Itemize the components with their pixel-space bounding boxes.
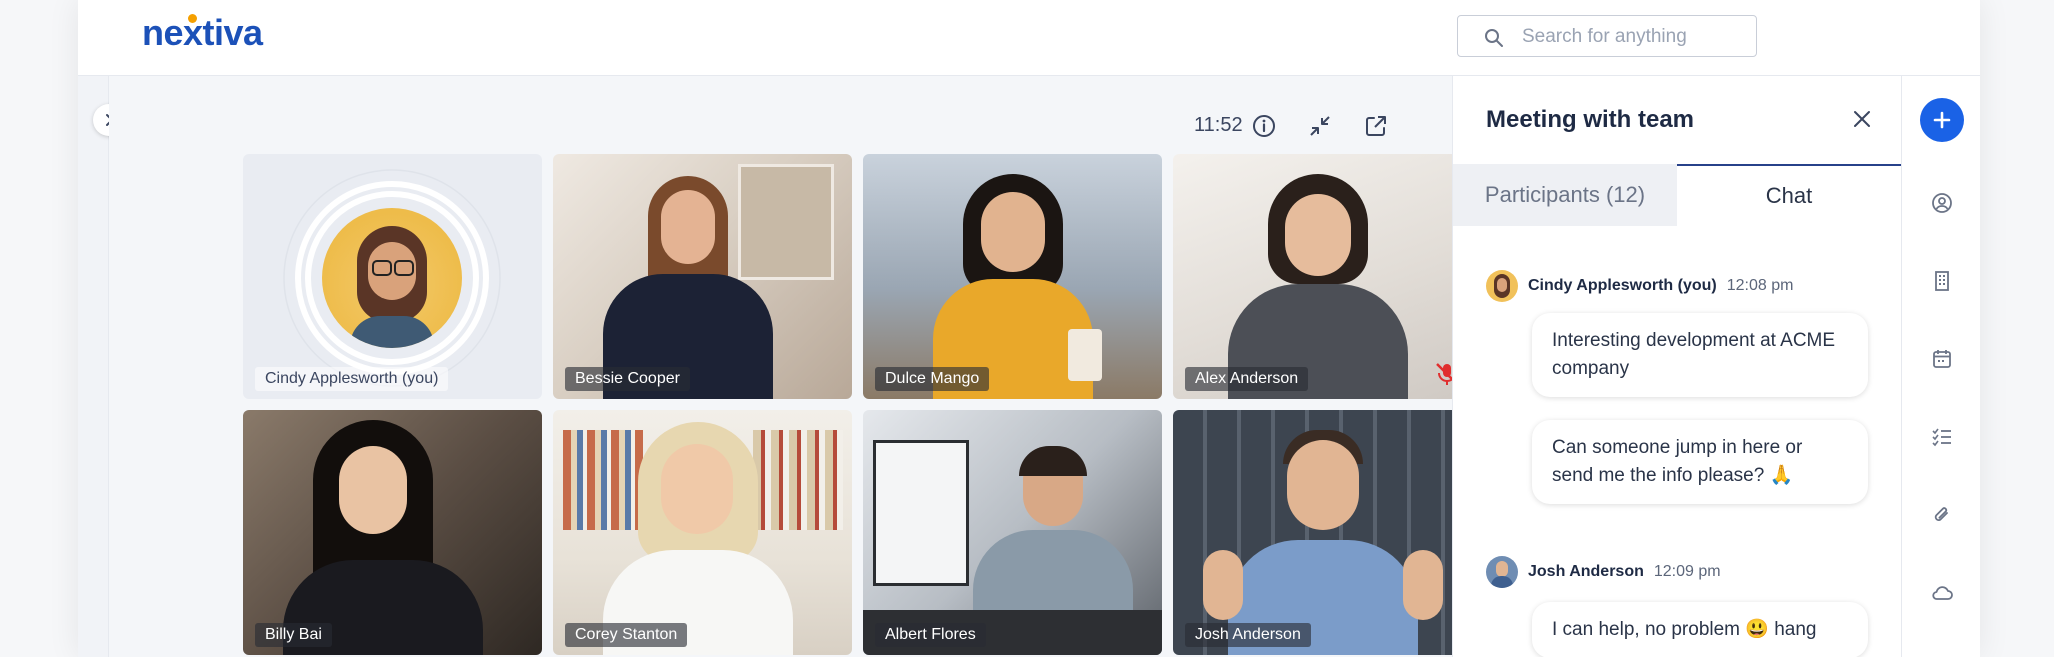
avatar: [1486, 556, 1518, 588]
left-rail: [78, 76, 109, 657]
bookshelf: [563, 430, 643, 530]
chat-bubble: Interesting development at ACME company: [1532, 313, 1868, 397]
tab-chat[interactable]: Chat: [1677, 164, 1901, 226]
user-circle-icon: [1932, 193, 1952, 213]
chat-bubble: I can help, no problem 😃 hang: [1532, 602, 1868, 657]
chat-thread: Cindy Applesworth (you) 12:08 pm Interes…: [1453, 226, 1902, 657]
person-face: [661, 444, 733, 534]
add-button[interactable]: [1920, 98, 1964, 142]
person-hand: [1203, 550, 1243, 620]
building-icon: [1935, 271, 1949, 291]
video-tile[interactable]: Dulce Mango: [863, 154, 1162, 399]
person-face: [1287, 440, 1359, 530]
message-header: Josh Anderson 12:09 pm: [1486, 556, 1721, 588]
call-timer: 11:52: [1194, 114, 1243, 136]
participant-name: Josh Anderson: [1185, 623, 1311, 647]
calendar-button[interactable]: [1929, 346, 1955, 372]
message-author: Cindy Applesworth (you): [1528, 277, 1717, 294]
coffee-cup: [1068, 329, 1102, 381]
meeting-title: Meeting with team: [1486, 106, 1695, 133]
video-tile[interactable]: Billy Bai: [243, 410, 542, 655]
video-tile[interactable]: Josh Anderson: [1173, 410, 1472, 655]
message-time: 12:09 pm: [1653, 563, 1721, 580]
cloud-icon: [1932, 586, 1953, 600]
external-link-icon: [1366, 116, 1386, 136]
search-icon: [1485, 29, 1503, 47]
close-icon: [1854, 111, 1870, 127]
message-header: Cindy Applesworth (you) 12:08 pm: [1486, 270, 1793, 302]
nextiva-logo[interactable]: nextiva: [142, 12, 263, 54]
contacts-button[interactable]: [1929, 190, 1955, 216]
computer-monitor: [873, 440, 969, 586]
chat-bubble: Can someone jump in here or send me the …: [1532, 420, 1868, 504]
panel-tabs: Participants (12) Chat: [1453, 164, 1902, 226]
brand-name: nextiva: [142, 12, 263, 53]
right-icon-rail: [1901, 76, 1980, 657]
video-tile[interactable]: Corey Stanton: [553, 410, 852, 655]
self-avatar: [322, 208, 462, 348]
search-box[interactable]: [1457, 15, 1757, 57]
person-face: [339, 446, 407, 534]
video-tile[interactable]: Albert Flores: [863, 410, 1162, 655]
tasks-button[interactable]: [1929, 424, 1955, 450]
participant-name: Albert Flores: [875, 623, 986, 647]
message-time: 12:08 pm: [1726, 277, 1794, 294]
info-button[interactable]: [1250, 112, 1278, 140]
app-window: nextiva 11:52: [78, 0, 1980, 657]
participant-name: Cindy Applesworth (you): [255, 367, 449, 391]
pop-out-button[interactable]: [1362, 112, 1390, 140]
calendar-icon: [1933, 350, 1951, 368]
background-shelf: [738, 164, 834, 280]
participant-name: Billy Bai: [255, 623, 332, 647]
collapse-arrows-icon: [1310, 116, 1330, 136]
cloud-button[interactable]: [1929, 580, 1955, 606]
person-face: [661, 190, 715, 264]
person-face: [1285, 194, 1351, 276]
company-button[interactable]: [1929, 268, 1955, 294]
video-tile[interactable]: Bessie Cooper: [553, 154, 852, 399]
participant-name: Alex Anderson: [1185, 367, 1309, 391]
meeting-panel: Meeting with team Participants (12) Chat…: [1452, 76, 1902, 657]
avatar: [1486, 270, 1518, 302]
close-panel-button[interactable]: [1849, 106, 1875, 132]
tasks-icon: [1932, 428, 1951, 447]
bookshelf: [753, 430, 843, 530]
message-author: Josh Anderson: [1528, 563, 1644, 580]
plus-icon: [1933, 111, 1951, 129]
participant-name: Dulce Mango: [875, 367, 990, 391]
person-hand: [1403, 550, 1443, 620]
video-tile[interactable]: Alex Anderson: [1173, 154, 1472, 399]
minimize-button[interactable]: [1306, 112, 1334, 140]
participant-name: Bessie Cooper: [565, 367, 690, 391]
person-face: [981, 192, 1045, 272]
attachments-button[interactable]: [1929, 502, 1955, 528]
top-bar: nextiva: [78, 0, 1980, 76]
info-icon: [1253, 115, 1275, 137]
paperclip-icon: [1934, 507, 1948, 521]
search-input[interactable]: [1520, 24, 1749, 50]
video-stage: 11:52 Cindy Applesworth (you) Bessie Coo…: [109, 76, 1529, 657]
video-tile-self[interactable]: Cindy Applesworth (you): [243, 154, 542, 399]
logo-dot: [188, 14, 197, 23]
tab-participants[interactable]: Participants (12): [1453, 164, 1677, 226]
participant-name: Corey Stanton: [565, 623, 688, 647]
